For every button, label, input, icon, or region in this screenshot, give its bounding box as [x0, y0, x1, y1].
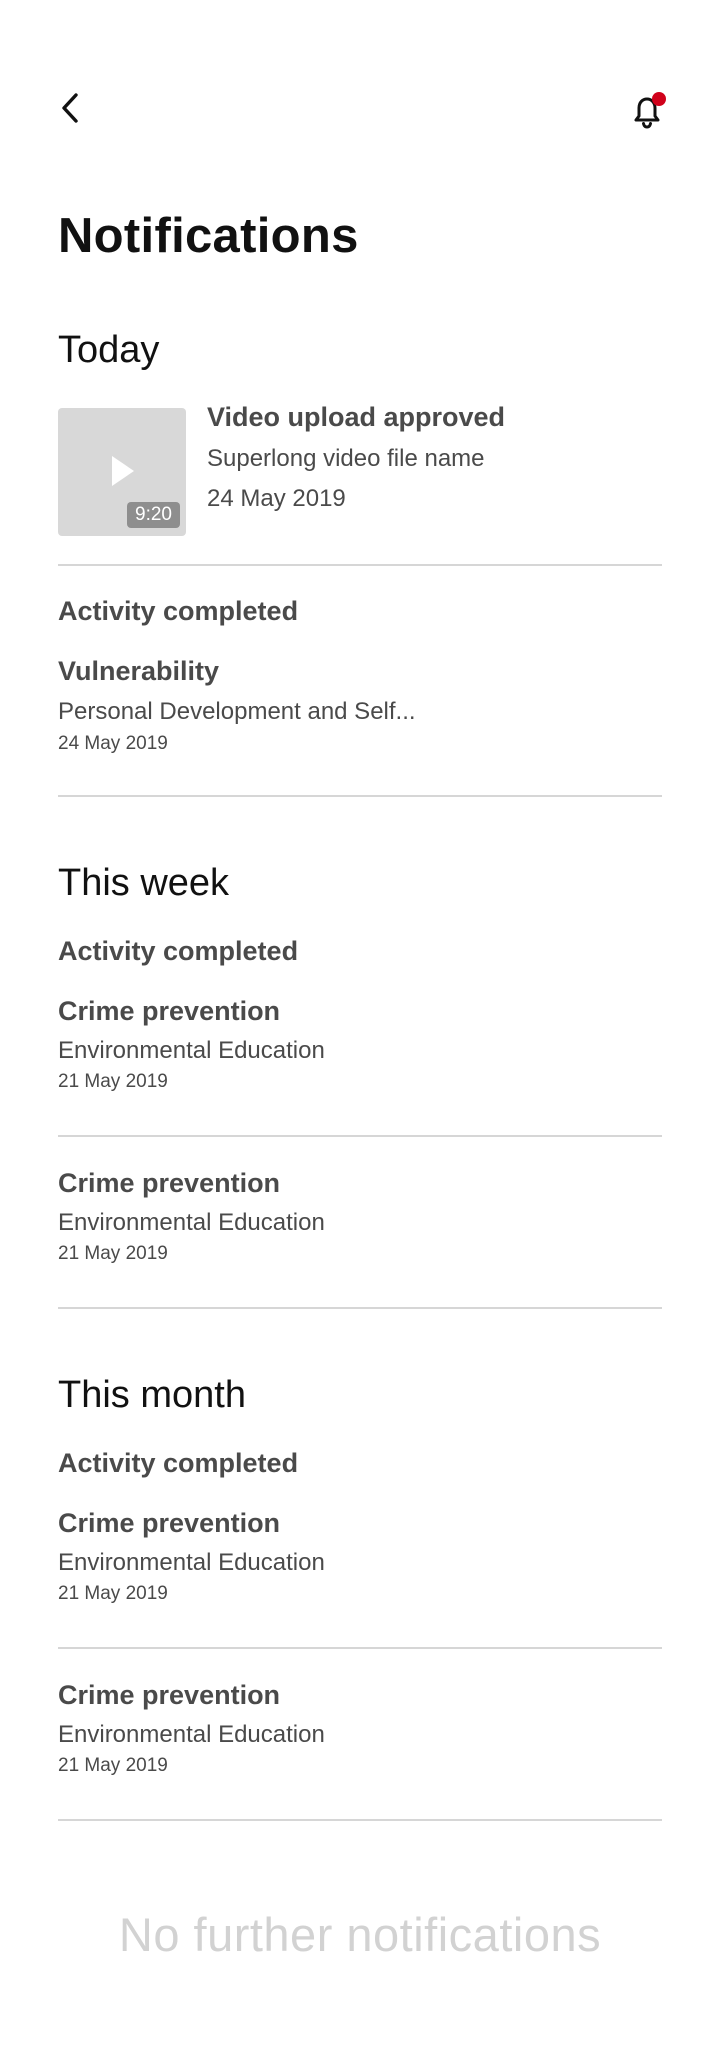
notification-date: 24 May 2019	[58, 733, 168, 754]
notification-subtitle: Environmental Education	[58, 1549, 325, 1576]
group-heading-activity-completed: Activity completed	[58, 1448, 299, 1478]
notification-subtitle: Environmental Education	[58, 1209, 325, 1236]
notification-subtitle: Environmental Education	[58, 1037, 325, 1064]
divider	[58, 795, 662, 797]
top-bar	[0, 0, 720, 160]
section-heading-today: Today	[58, 329, 160, 371]
play-icon	[112, 456, 134, 486]
notification-title[interactable]: Crime prevention	[58, 1506, 280, 1540]
notification-title[interactable]: Vulnerability	[58, 654, 219, 688]
video-duration: 9:20	[127, 502, 180, 528]
notification-subtitle: Personal Development and Self...	[58, 698, 416, 725]
group-heading-activity-completed: Activity completed	[58, 596, 299, 626]
group-heading-activity-completed: Activity completed	[58, 936, 299, 966]
video-file-name: Superlong video file name	[207, 445, 485, 472]
divider	[58, 1647, 662, 1649]
notification-date: 21 May 2019	[58, 1583, 168, 1604]
divider	[58, 1307, 662, 1309]
notification-date: 21 May 2019	[58, 1243, 168, 1264]
video-thumbnail[interactable]: 9:20	[58, 408, 186, 536]
page-title: Notifications	[58, 209, 359, 263]
notification-date: 21 May 2019	[58, 1755, 168, 1776]
notification-date: 21 May 2019	[58, 1071, 168, 1092]
notification-title[interactable]: Crime prevention	[58, 1166, 280, 1200]
notification-title[interactable]: Crime prevention	[58, 1678, 280, 1712]
section-heading-this-month: This month	[58, 1374, 246, 1416]
chevron-left-icon	[59, 91, 81, 130]
video-notification-title[interactable]: Video upload approved	[207, 400, 505, 434]
video-date: 24 May 2019	[207, 485, 346, 512]
no-further-notifications: No further notifications	[118, 1908, 602, 1961]
notifications-bell-button[interactable]	[622, 88, 672, 138]
section-heading-this-week: This week	[58, 862, 230, 904]
back-button[interactable]	[48, 88, 92, 132]
notification-title[interactable]: Crime prevention	[58, 994, 280, 1028]
divider	[58, 1135, 662, 1137]
notification-subtitle: Environmental Education	[58, 1721, 325, 1748]
unread-dot	[652, 92, 666, 106]
divider	[58, 1819, 662, 1821]
divider	[58, 564, 662, 566]
